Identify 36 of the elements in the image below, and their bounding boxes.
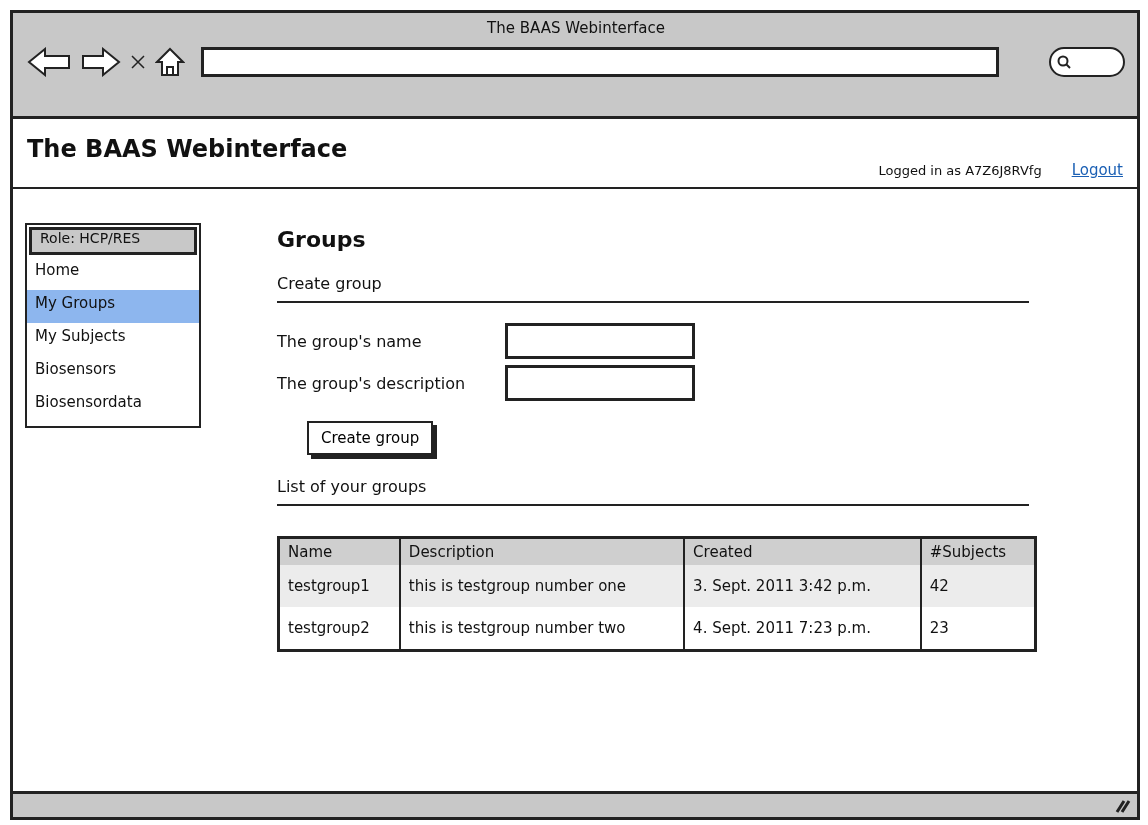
logout-link[interactable]: Logout bbox=[1071, 161, 1123, 179]
table-cell: this is testgroup number two bbox=[399, 607, 685, 651]
search-field[interactable] bbox=[1049, 47, 1125, 77]
window-title: The BAAS Webinterface bbox=[486, 19, 666, 37]
field-label: The group's name bbox=[277, 331, 423, 351]
table-cell: testgroup1 bbox=[278, 565, 400, 607]
input-field[interactable] bbox=[505, 323, 695, 359]
table-cell: 42 bbox=[920, 565, 1036, 607]
address-field[interactable] bbox=[201, 47, 999, 77]
login-status: Logged in as A7Z6J8RVfg bbox=[878, 163, 1042, 178]
column-header: Description bbox=[399, 537, 685, 565]
role-label: Role: HCP/RES bbox=[29, 227, 197, 255]
sidebar-item[interactable]: Biosensordata bbox=[27, 389, 199, 422]
close-icon[interactable] bbox=[131, 55, 145, 69]
table-cell: 4. Sept. 2011 7:23 p.m. bbox=[684, 607, 921, 651]
sidebar-item[interactable]: My Subjects bbox=[27, 323, 199, 356]
search-icon bbox=[1057, 55, 1071, 69]
column-header: #Subjects bbox=[920, 537, 1036, 565]
table-cell: 23 bbox=[920, 607, 1036, 651]
back-icon[interactable] bbox=[27, 47, 71, 77]
section-heading: Create group bbox=[277, 274, 1029, 303]
table-cell: 3. Sept. 2011 3:42 p.m. bbox=[684, 565, 921, 607]
table-cell: testgroup2 bbox=[278, 607, 400, 651]
forward-icon[interactable] bbox=[81, 47, 121, 77]
home-icon[interactable] bbox=[155, 47, 185, 77]
column-header: Created bbox=[684, 537, 921, 565]
input-field[interactable] bbox=[505, 365, 695, 401]
section-heading: List of your groups bbox=[277, 477, 1029, 506]
column-header: Name bbox=[278, 537, 400, 565]
field-label: The group's description bbox=[277, 373, 467, 393]
table-cell: this is testgroup number one bbox=[399, 565, 685, 607]
page-title: Groups bbox=[277, 227, 367, 252]
sidebar-item[interactable]: Home bbox=[27, 257, 199, 290]
sidebar-item[interactable]: Biosensors bbox=[27, 356, 199, 389]
sidebar-item[interactable]: My Groups bbox=[27, 290, 199, 323]
site-title: The BAAS Webinterface bbox=[27, 135, 349, 163]
